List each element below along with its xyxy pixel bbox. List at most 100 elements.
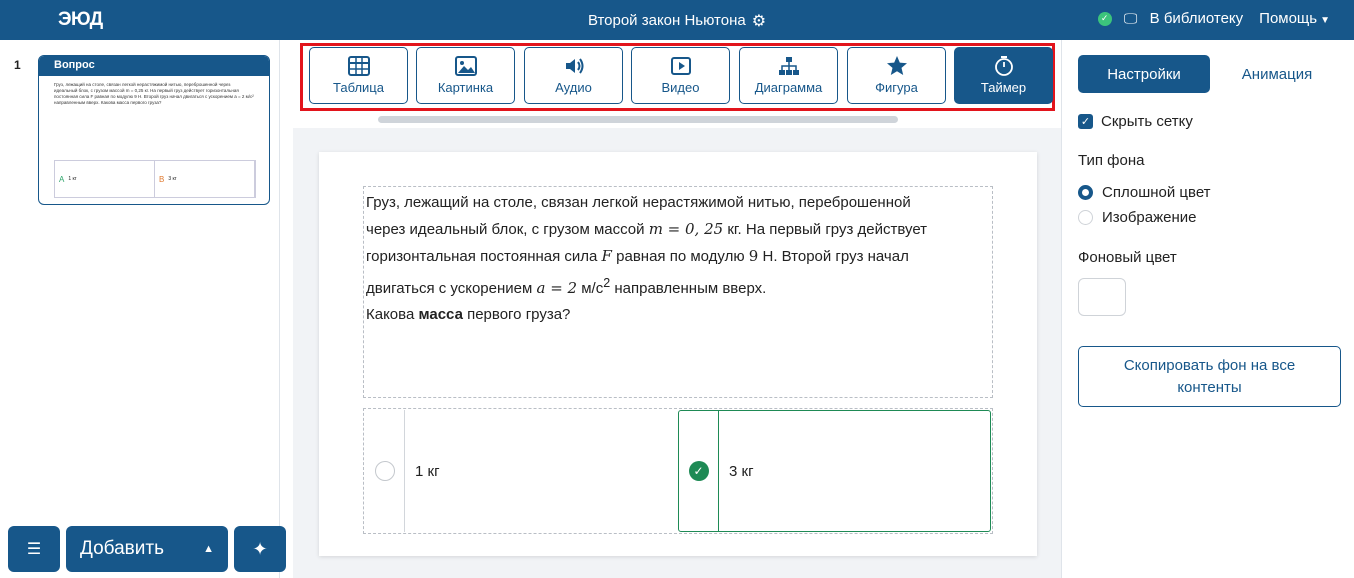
slide-thumbnail-answer-a: A1 кг bbox=[55, 161, 155, 197]
answer-options: 1 кг ✓ 3 кг bbox=[363, 408, 993, 534]
answer-text: 3 кг bbox=[168, 176, 177, 182]
settings-panel: Настройки Анимация ✓ Скрыть сетку Тип фо… bbox=[1061, 40, 1354, 578]
bg-type-label: Тип фона bbox=[1078, 152, 1145, 169]
slide-thumbnail-answers: A1 кг B3 кг bbox=[54, 160, 256, 198]
question-text: равная по модулю bbox=[611, 248, 749, 265]
answer-letter: B bbox=[159, 174, 165, 184]
answer-text: 3 кг bbox=[729, 462, 754, 480]
audio-icon bbox=[565, 58, 583, 74]
slides-bottom-bar: ☰ Добавить ▲ ✦ bbox=[8, 526, 286, 572]
tool-label: Таймер bbox=[980, 80, 1027, 95]
help-label: Помощь bbox=[1259, 10, 1318, 27]
ai-sparkle-button[interactable]: ✦ bbox=[234, 526, 286, 572]
answer-letter: A bbox=[59, 174, 65, 184]
tool-label: Картинка bbox=[437, 80, 494, 95]
question-line: Груз, лежащий на столе, связан легкой не… bbox=[366, 190, 990, 216]
answer-text: 1 кг bbox=[68, 176, 77, 182]
tool-label: Видео bbox=[661, 80, 700, 95]
chevron-down-icon: ▼ bbox=[1320, 15, 1330, 26]
question-text: двигаться с ускорением bbox=[366, 280, 537, 297]
question-text: м/с bbox=[577, 280, 604, 297]
image-icon bbox=[454, 56, 477, 76]
bg-color-label: Фоновый цвет bbox=[1078, 249, 1177, 266]
tool-diagram-button[interactable]: Диаграмма bbox=[739, 47, 838, 104]
add-button[interactable]: Добавить ▲ bbox=[66, 526, 228, 572]
document-title-text[interactable]: Второй закон Ньютона bbox=[588, 12, 746, 29]
add-button-label: Добавить bbox=[80, 538, 164, 559]
tool-audio-button[interactable]: Аудио bbox=[524, 47, 623, 104]
tool-shape-button[interactable]: Фигура bbox=[847, 47, 946, 104]
star-icon bbox=[886, 56, 907, 75]
list-icon: ☰ bbox=[26, 541, 42, 558]
tab-settings[interactable]: Настройки bbox=[1078, 55, 1210, 93]
bg-image-label: Изображение bbox=[1102, 209, 1197, 226]
sparkle-icon: ✦ bbox=[252, 538, 268, 559]
video-icon bbox=[670, 57, 691, 75]
question-bold-text: масса bbox=[418, 306, 463, 323]
radio-unselected-icon[interactable] bbox=[1078, 210, 1093, 225]
question-text: Груз, лежащий на столе, связан легкой не… bbox=[366, 194, 911, 211]
table-icon bbox=[347, 56, 370, 76]
tab-animation[interactable]: Анимация bbox=[1227, 55, 1327, 93]
list-view-button[interactable]: ☰ bbox=[8, 526, 60, 572]
hide-grid-label: Скрыть сетку bbox=[1101, 113, 1193, 130]
answer-marker bbox=[365, 410, 405, 532]
tool-image-button[interactable]: Картинка bbox=[416, 47, 515, 104]
question-text: направленным вверх. bbox=[610, 280, 767, 297]
question-text: Какова bbox=[366, 306, 419, 323]
question-text: через идеальный блок, с грузом массой bbox=[366, 221, 649, 238]
answer-option-2[interactable]: ✓ 3 кг bbox=[678, 410, 991, 532]
editor-workspace: Таблица Картинка Аудио Видео Диаграмма Ф… bbox=[293, 40, 1061, 578]
toolbar-scrollbar[interactable] bbox=[378, 116, 898, 123]
saved-status-icon: ✓ bbox=[1097, 11, 1112, 26]
tool-label: Аудио bbox=[555, 80, 592, 95]
check-icon[interactable]: ✓ bbox=[688, 461, 709, 481]
answer-marker: ✓ bbox=[679, 411, 719, 531]
tool-label: Таблица bbox=[333, 80, 384, 95]
question-text: Н. Второй груз начал bbox=[758, 248, 909, 265]
tool-timer-button[interactable]: Таймер bbox=[954, 47, 1053, 104]
top-right-controls: ✓ 🖵 В библиотеку Помощь ▼ bbox=[1097, 10, 1330, 27]
formula: 9 bbox=[748, 247, 759, 265]
slide-thumbnail-answer-b: B3 кг bbox=[155, 161, 255, 197]
question-text: горизонтальная постоянная сила bbox=[366, 248, 602, 265]
bg-color-swatch[interactable] bbox=[1078, 278, 1126, 316]
slide-number: 1 bbox=[14, 58, 21, 72]
monitor-icon[interactable]: 🖵 bbox=[1120, 10, 1142, 27]
slide-canvas[interactable]: Груз, лежащий на столе, связан легкой не… bbox=[319, 152, 1037, 556]
bg-solid-radio[interactable]: Сплошной цвет bbox=[1078, 184, 1211, 201]
copy-background-button[interactable]: Скопировать фон на все контенты bbox=[1078, 346, 1341, 407]
checkbox-checked-icon[interactable]: ✓ bbox=[1078, 114, 1093, 129]
bg-solid-label: Сплошной цвет bbox=[1102, 184, 1211, 201]
slide-thumbnail[interactable]: Вопрос Груз, лежащий на столе, связан ле… bbox=[38, 55, 270, 205]
tool-table-button[interactable]: Таблица bbox=[309, 47, 408, 104]
radio-empty-icon[interactable] bbox=[374, 461, 395, 481]
hide-grid-checkbox[interactable]: ✓ Скрыть сетку bbox=[1078, 113, 1193, 130]
gear-icon[interactable]: ⚙ bbox=[752, 11, 766, 31]
question-text: кг. На первый груз действует bbox=[723, 221, 928, 238]
top-bar: ЭЮД Второй закон Ньютона ⚙ ✓ 🖵 В библиоте… bbox=[0, 0, 1354, 40]
answer-option-1[interactable]: 1 кг bbox=[365, 410, 676, 532]
bg-image-radio[interactable]: Изображение bbox=[1078, 209, 1197, 226]
diagram-icon bbox=[778, 57, 799, 75]
formula: F bbox=[601, 247, 612, 265]
timer-icon bbox=[994, 56, 1013, 76]
question-text: первого груза? bbox=[462, 306, 571, 323]
radio-selected-icon[interactable] bbox=[1078, 185, 1093, 200]
question-line: горизонтальная постоянная сила F равная … bbox=[366, 243, 990, 270]
slide-thumbnail-text: Груз, лежащий на столе, связан легкой не… bbox=[54, 82, 254, 105]
question-text-block[interactable]: Груз, лежащий на столе, связан легкой не… bbox=[363, 186, 993, 398]
chevron-up-icon[interactable]: ▲ bbox=[203, 543, 214, 555]
tool-label: Диаграмма bbox=[754, 80, 823, 95]
tool-video-button[interactable]: Видео bbox=[631, 47, 730, 104]
formula: m = 0, 25 bbox=[648, 220, 724, 238]
question-line: через идеальный блок, с грузом массой m … bbox=[366, 216, 990, 243]
question-line: двигаться с ускорением a = 2 м/с2 направ… bbox=[366, 270, 990, 302]
slide-thumbnail-title: Вопрос bbox=[39, 56, 269, 76]
question-line: Какова масса первого груза? bbox=[366, 302, 990, 328]
insert-toolbar: Таблица Картинка Аудио Видео Диаграмма Ф… bbox=[293, 40, 1061, 128]
slides-panel: 1 Вопрос Груз, лежащий на столе, связан … bbox=[0, 40, 286, 578]
help-menu[interactable]: Помощь ▼ bbox=[1259, 10, 1330, 27]
library-link[interactable]: В библиотеку bbox=[1150, 10, 1243, 27]
answer-text: 1 кг bbox=[415, 462, 440, 480]
